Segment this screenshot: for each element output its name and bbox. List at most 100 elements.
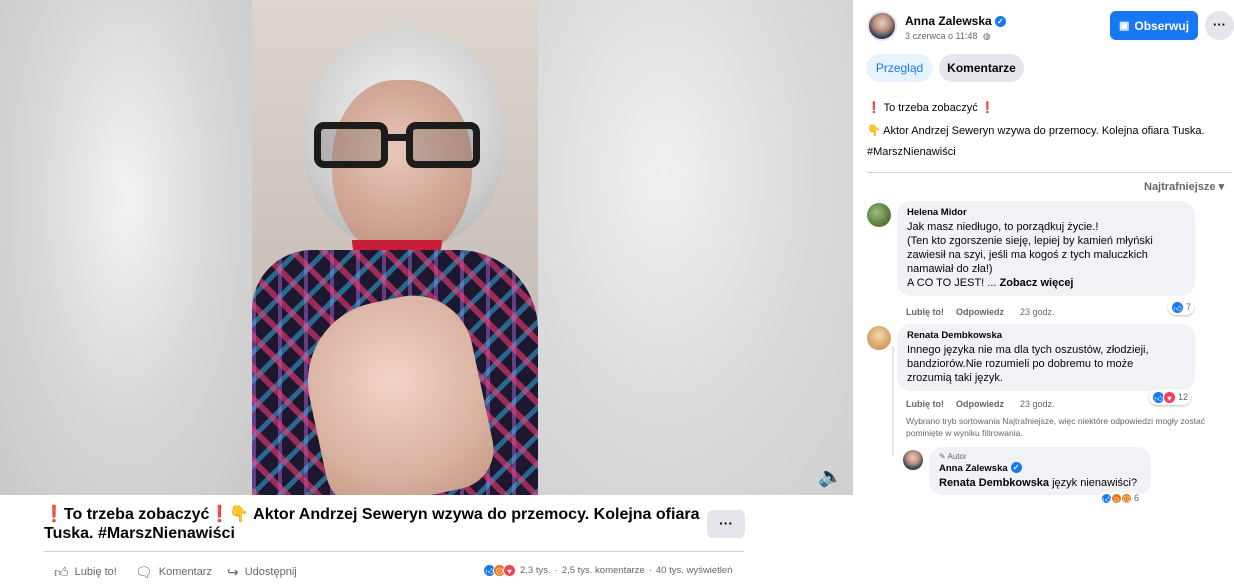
views-count: 40 tys. wyświetleń [655, 565, 733, 576]
commenter-avatar[interactable] [867, 203, 891, 227]
exclamation-icon: ❗ [980, 102, 995, 114]
post-stats: 👍︎ ☹ ♥ 2,3 tys. · 2,5 tys. komentarze · … [483, 564, 732, 577]
caret-down-icon: ▾ [1218, 181, 1225, 193]
filter-notice: Wybrano tryb sortowania Najtrafniejsze, … [906, 416, 1205, 438]
comment-reactions[interactable]: 👍︎ 7 [1168, 299, 1195, 315]
comment-text: bandziorów.Nie rozumieli po dobremu to m… [907, 358, 1134, 370]
sort-label: Najtrafniejsze [1144, 181, 1216, 193]
share-label: Udostępnij [244, 566, 297, 578]
comment-text: Innego języka nie ma dla tych oszustów, … [907, 344, 1149, 356]
separator: · [648, 565, 652, 576]
post-title: ❗To trzeba zobaczyć❗👇 Aktor Andrzej Sewe… [44, 505, 704, 543]
author-name[interactable]: Anna Zalewska [905, 14, 992, 28]
divider [44, 551, 744, 552]
video-frame[interactable] [252, 0, 538, 495]
comment-reply-button[interactable]: Odpowiedz [956, 307, 1004, 317]
divider [867, 172, 1232, 173]
pencil-icon: ✎ [939, 452, 946, 461]
see-more-link[interactable]: Zobacz więcej [1000, 277, 1074, 289]
reply-author-name[interactable]: Anna Zalewska [939, 463, 1008, 474]
comment-bubble: Renata Dembkowska Innego języka nie ma d… [897, 324, 1195, 391]
commenter-name[interactable]: Helena Midor [907, 207, 1185, 218]
pointing-down-icon: 👇 [867, 125, 881, 137]
follow-button[interactable]: ▣ Obserwuj [1110, 11, 1198, 40]
facebook-watch-view: 🔈 ❗To trzeba zobaczyć❗👇 Aktor Andrzej Se… [0, 0, 1234, 586]
comment-icon: 🗨︎ [135, 563, 153, 580]
glasses [314, 122, 482, 170]
post-side-panel: Anna Zalewska ✓ 3 czerwca o 11:48 ◍ ▣ Obs… [853, 0, 1234, 586]
video-player[interactable]: 🔈 [0, 0, 853, 495]
comment-text: Jak masz niedługo, to porządkuj życie.! [907, 221, 1099, 233]
commenter-name[interactable]: Renata Dembkowska [907, 330, 1185, 341]
comment-text-last: A CO TO JEST! ... [907, 277, 1000, 289]
reply-author-avatar[interactable] [903, 450, 923, 470]
comment-like-button[interactable]: Lubię to! [906, 307, 944, 317]
post-title-line-1: ❗To trzeba zobaczyć❗👇 Aktor Andrzej Sewe… [44, 506, 700, 523]
tab-overview[interactable]: Przegląd [866, 54, 933, 82]
comment-like-button[interactable]: Lubię to! [906, 399, 944, 409]
reaction-count: 7 [1186, 302, 1192, 312]
comment-reactions[interactable]: 👍︎ ♥ 12 [1149, 389, 1192, 405]
video-blur-left [0, 0, 252, 495]
mention-link[interactable]: Renata Dembkowska [939, 477, 1049, 489]
exclamation-icon: ❗ [867, 102, 881, 114]
reaction-icons[interactable]: 👍︎ ☹ ♥ [483, 564, 516, 577]
reply-text-body: język nienawiści? [1049, 477, 1138, 489]
video-blur-right [538, 0, 853, 495]
reply-reactions[interactable]: 👍︎ ☺ ☹ 6 [1098, 492, 1143, 504]
hashtag-link[interactable]: #MarszNienawiści [867, 145, 956, 159]
commenter-avatar[interactable] [867, 326, 891, 350]
comment-time[interactable]: 23 godz. [1020, 307, 1055, 317]
like-reaction-icon: 👍︎ [1171, 300, 1184, 314]
comments-count[interactable]: 2,5 tys. komentarze [562, 565, 645, 576]
post-time-row: 3 czerwca o 11:48 ◍ [905, 31, 991, 42]
comment-button[interactable]: 🗨︎ Komentarz [135, 563, 212, 581]
reply-name-row: Anna Zalewska ✓ [939, 462, 1141, 474]
author-avatar[interactable] [867, 11, 897, 41]
description-text-2: Aktor Andrzej Seweryn wzywa do przemocy.… [883, 125, 1205, 137]
comment-text: zrozumią taki język. [907, 372, 1003, 384]
speaker-icon[interactable]: 🔈 [818, 466, 843, 488]
post-timestamp[interactable]: 3 czerwca o 11:48 [905, 31, 977, 41]
thumbs-up-icon: 👍︎ [54, 563, 69, 580]
description-line-2: 👇 Aktor Andrzej Seweryn wzywa do przemoc… [867, 124, 1205, 138]
tab-comments[interactable]: Komentarze [939, 54, 1024, 82]
reaction-count[interactable]: 2,3 tys. [520, 565, 551, 576]
comment-bubble: Helena Midor Jak masz niedługo, to porzą… [897, 201, 1195, 296]
comment-actions: Lubię to! Odpowiedz 23 godz. [906, 399, 1055, 409]
author-tag: ✎ Autor [939, 452, 1141, 461]
comment-text: zawiesił na szyi, jeśli ma kogoś z tych … [907, 249, 1148, 261]
heart-reaction-icon: ♥ [1163, 390, 1176, 404]
comment-reply-button[interactable]: Odpowiedz [956, 399, 1004, 409]
reaction-count: 12 [1178, 392, 1189, 402]
comment-text: (Ten kto zgorszenie sieję, lepiej by kam… [907, 235, 1153, 247]
comment-time[interactable]: 23 godz. [1020, 399, 1055, 409]
comment-label: Komentarz [158, 566, 212, 578]
like-label: Lubię to! [74, 566, 117, 578]
angry-reaction-icon: ☹ [1121, 492, 1132, 504]
comment-text: A CO TO JEST! ... Zobacz więcej [907, 276, 1185, 290]
reply-text: Renata Dembkowska język nienawiści? [939, 476, 1141, 490]
follow-icon: ▣ [1118, 20, 1130, 32]
separator: · [554, 565, 558, 576]
heart-reaction-icon: ♥ [503, 564, 516, 577]
reaction-count: 6 [1134, 493, 1140, 503]
author-name-row: Anna Zalewska ✓ [905, 14, 1006, 28]
post-title-line-2: Tuska. #MarszNienawiści [44, 525, 235, 542]
follow-label: Obserwuj [1134, 18, 1190, 33]
share-button[interactable]: ↪ Udostępnij [227, 563, 297, 581]
person-face [332, 80, 472, 260]
verified-icon: ✓ [1010, 462, 1022, 473]
share-icon: ↪ [227, 563, 239, 580]
more-options-button[interactable]: ··· [1205, 11, 1234, 40]
like-button[interactable]: 👍︎ Lubię to! [54, 563, 117, 581]
description-line-1: ❗ To trzeba zobaczyć ❗ [867, 101, 994, 115]
globe-icon: ◍ [982, 31, 991, 41]
description-text-1: To trzeba zobaczyć [883, 102, 978, 114]
sort-dropdown[interactable]: Najtrafniejsze ▾ [1144, 180, 1224, 193]
post-more-button[interactable]: ··· [707, 510, 745, 538]
verified-icon: ✓ [994, 16, 1006, 27]
reply-bubble: ✎ Autor Anna Zalewska ✓ Renata Dembkowska… [929, 447, 1151, 495]
author-tag-label: Autor [947, 452, 967, 461]
reply-thread-line [892, 346, 894, 456]
